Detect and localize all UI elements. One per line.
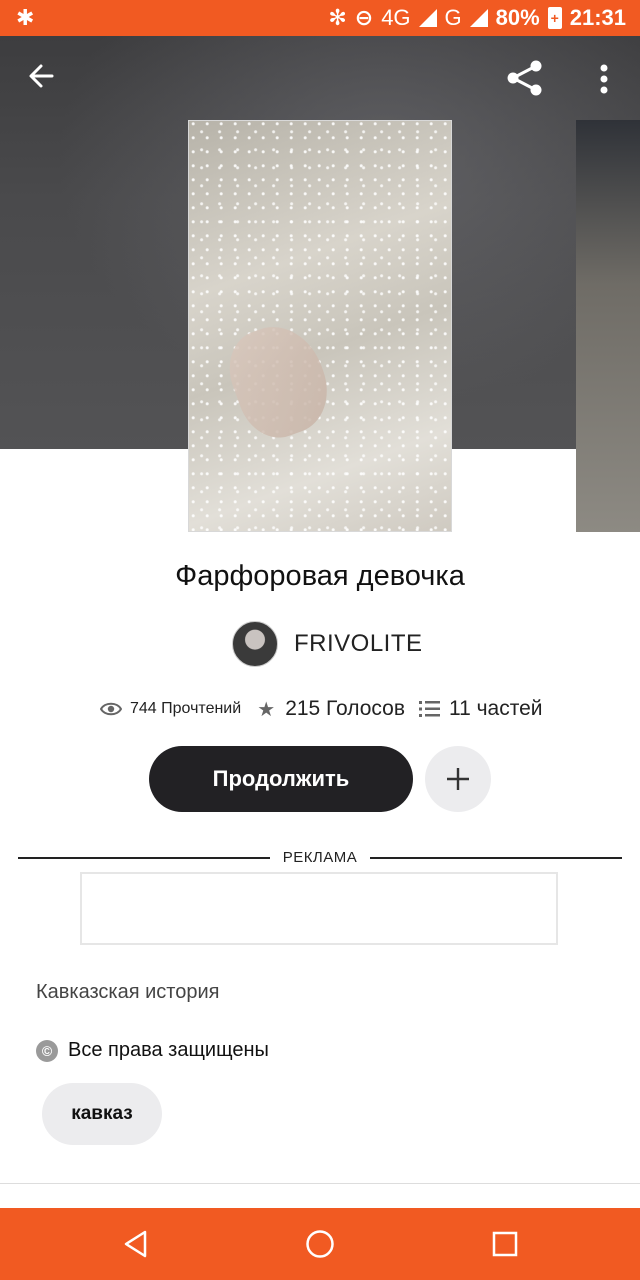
continue-reading-button[interactable]: Продолжить bbox=[149, 746, 413, 812]
ad-label: РЕКЛАМА bbox=[282, 849, 358, 866]
more-vertical-icon bbox=[600, 64, 608, 94]
circle-home-icon bbox=[306, 1230, 334, 1258]
status-bar: ✱ ✻ ⊖ 4G G 80% + 21:31 bbox=[0, 0, 640, 36]
section-divider bbox=[0, 1183, 640, 1184]
book-cover[interactable] bbox=[188, 120, 452, 532]
signal2-icon bbox=[469, 9, 488, 27]
reads-count: 744 Прочтений bbox=[130, 700, 242, 717]
share-button[interactable] bbox=[505, 58, 545, 98]
system-nav-bar bbox=[0, 1208, 640, 1280]
author-link[interactable]: FRIVOLITE bbox=[232, 621, 423, 667]
author-name: FRIVOLITE bbox=[294, 630, 423, 657]
nav-home-button[interactable] bbox=[302, 1226, 338, 1262]
signal-icon bbox=[418, 9, 437, 27]
next-book-cover[interactable] bbox=[576, 120, 640, 532]
ad-banner[interactable] bbox=[80, 872, 558, 945]
square-recents-icon bbox=[492, 1231, 518, 1257]
parts-count: 11 частей bbox=[448, 697, 543, 720]
arrow-left-icon bbox=[29, 64, 54, 88]
story-description: Кавказская история bbox=[36, 981, 220, 1003]
network2-label: G bbox=[444, 5, 462, 30]
clock: 21:31 bbox=[569, 5, 626, 30]
more-options-button[interactable] bbox=[592, 62, 616, 98]
ad-divider-left bbox=[18, 857, 270, 859]
tag-chip[interactable]: кавказ bbox=[42, 1083, 162, 1145]
avatar bbox=[232, 621, 278, 667]
copyright-text: Все права защищены bbox=[68, 1039, 269, 1061]
add-to-library-button[interactable] bbox=[425, 746, 491, 812]
story-title: Фарфоровая девочка bbox=[175, 560, 465, 592]
ad-divider-right bbox=[370, 857, 622, 859]
share-icon bbox=[507, 60, 542, 96]
reads-stat: 744 Прочтений bbox=[100, 700, 241, 718]
list-icon bbox=[418, 701, 440, 717]
battery-label: 80% bbox=[495, 5, 540, 30]
nav-recents-button[interactable] bbox=[487, 1226, 523, 1262]
eye-icon bbox=[100, 702, 122, 716]
cover-image-detail bbox=[217, 313, 341, 449]
star-icon: ★ bbox=[257, 698, 276, 721]
bluetooth-icon: ✻ bbox=[328, 5, 347, 30]
plus-icon bbox=[447, 768, 469, 790]
copyright-icon: © bbox=[36, 1039, 58, 1062]
triangle-back-icon bbox=[124, 1230, 147, 1258]
status-right: ✻ ⊖ 4G G 80% + 21:31 bbox=[328, 0, 626, 36]
votes-stat: ★ 215 Голосов bbox=[255, 697, 405, 722]
parts-stat: 11 частей bbox=[418, 697, 543, 721]
copyright-notice: © Все права защищены bbox=[36, 1039, 269, 1062]
back-button[interactable] bbox=[24, 58, 60, 94]
votes-count: 215 Голосов bbox=[285, 697, 405, 720]
do-not-disturb-icon: ⊖ bbox=[354, 5, 374, 30]
nav-back-button[interactable] bbox=[118, 1226, 154, 1262]
battery-icon: + bbox=[547, 7, 562, 29]
network-label: 4G bbox=[381, 5, 411, 30]
story-stats: 744 Прочтений ★ 215 Голосов 11 частей bbox=[100, 694, 543, 724]
tree-icon: ✱ bbox=[16, 5, 35, 30]
